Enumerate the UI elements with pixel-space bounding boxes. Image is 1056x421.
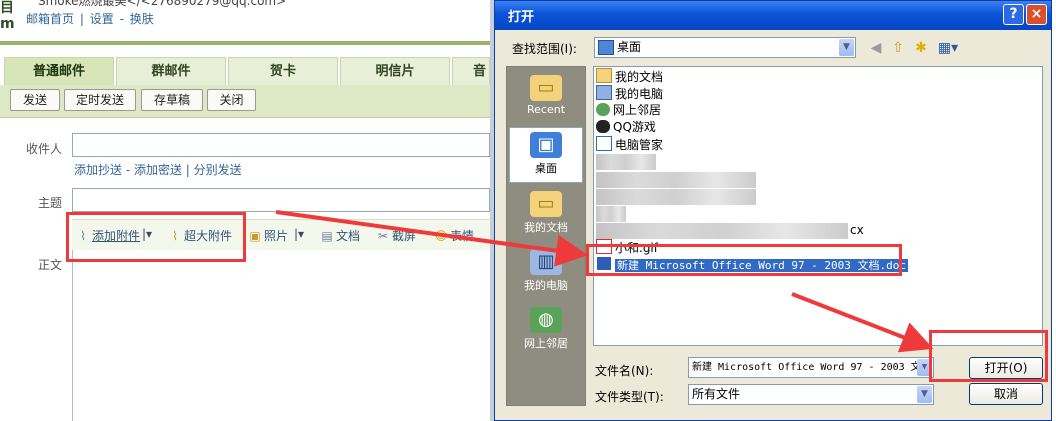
arrow-to-open-button: [791, 292, 934, 353]
arrow-to-file: [275, 210, 588, 267]
annotation-arrows: [275, 210, 934, 353]
